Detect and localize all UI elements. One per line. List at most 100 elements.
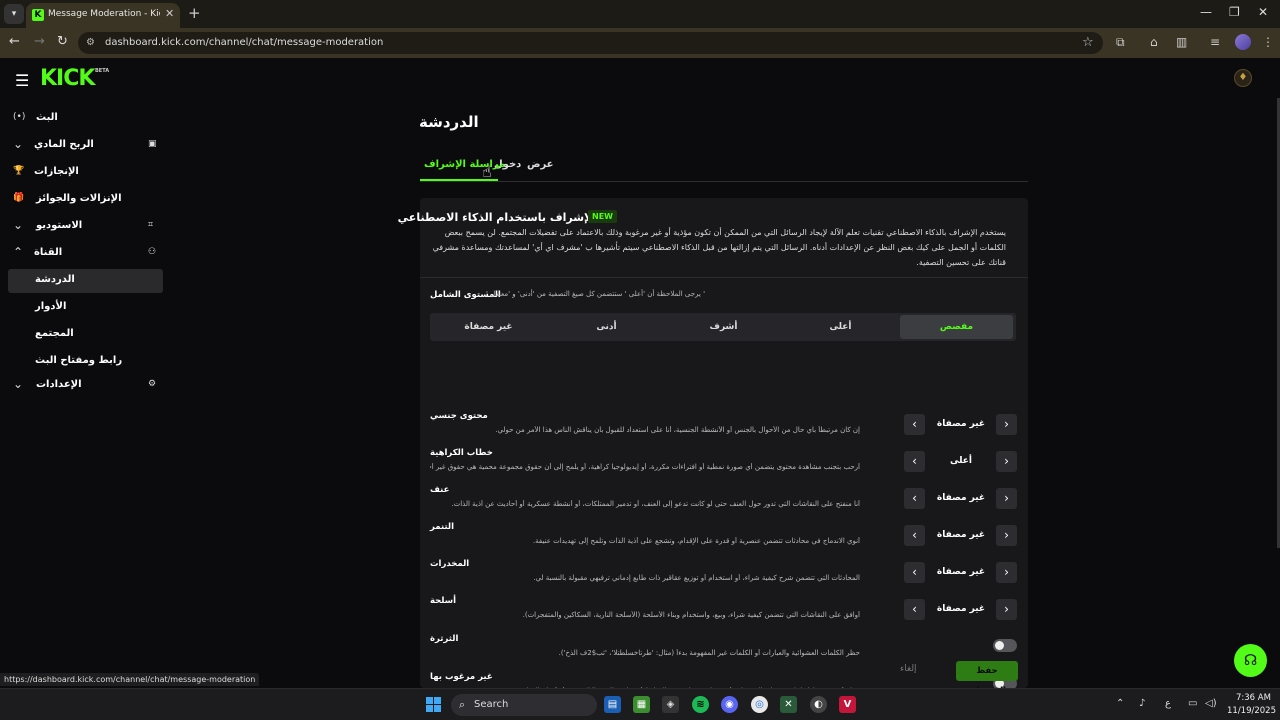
toggle-title: الثرثرة <box>430 634 459 644</box>
sidebar-item-channel[interactable]: ⌃ القناة ⚇ <box>8 242 163 266</box>
terminal-icon[interactable]: ✕ <box>780 696 797 713</box>
sidebar-item-label: الإعدادات <box>36 379 82 390</box>
sidebar-item-stream-key[interactable]: رابط ومفتاح البث <box>8 350 163 374</box>
sidebar-item-chat[interactable]: الدردشة <box>8 269 163 293</box>
new-tab-icon[interactable]: + <box>188 4 201 22</box>
chevron-up-icon: ⌃ <box>13 245 24 259</box>
cancel-button[interactable]: إلغاء <box>900 664 917 674</box>
level-option-unfiltered[interactable]: غير مصفاة <box>430 313 547 341</box>
sidebar-item-community[interactable]: المجتمع <box>8 323 163 347</box>
mouse-cursor-icon: ☝ <box>482 162 492 181</box>
chevron-right-icon[interactable]: › <box>996 414 1017 435</box>
app-icon[interactable]: ◈ <box>662 696 679 713</box>
tray-chevron-icon[interactable]: ⌃ <box>1116 698 1124 709</box>
user-avatar[interactable]: ♦ <box>1234 69 1252 87</box>
sidebar-item-drops[interactable]: 🎁 الإنزالات والجوائز <box>8 188 163 212</box>
spotify-icon[interactable]: ≋ <box>692 696 709 713</box>
hamburger-menu-icon[interactable]: ☰ <box>15 71 29 90</box>
chevron-right-icon[interactable]: › <box>996 599 1017 620</box>
browser-tab[interactable]: K Message Moderation - Kick Dash ✕ <box>26 3 180 28</box>
minimize-icon[interactable]: — <box>1200 5 1212 19</box>
vivaldi-icon[interactable]: V <box>839 696 856 713</box>
toggle-switch[interactable] <box>993 639 1017 652</box>
chrome-icon[interactable]: ◎ <box>751 696 768 713</box>
close-tab-icon[interactable]: ✕ <box>165 7 174 20</box>
sidebar-item-label: القناة <box>34 247 63 258</box>
save-changes-button[interactable]: حفظ التغييرات <box>956 661 1018 696</box>
sidebar-item-studio[interactable]: ⌄ الاستوديو ⌗ <box>8 215 163 239</box>
category-description: أنوي الاندماج في محادثات تتضمن عنصرية أو… <box>532 537 860 545</box>
discord-icon[interactable]: ◉ <box>721 696 738 713</box>
category-title: أسلحة <box>430 596 457 606</box>
level-option-custom[interactable]: مفصص <box>900 315 1013 339</box>
chevron-right-icon[interactable]: › <box>996 562 1017 583</box>
address-bar[interactable]: ⚙ dashboard.kick.com/channel/chat/messag… <box>78 32 1103 54</box>
volume-icon[interactable]: ◁) <box>1205 698 1217 709</box>
kick-dashboard: ☰ KICK BETA ♦ (•) البث ⌄ الربح المادي ▣ … <box>0 58 1280 696</box>
chevron-right-icon[interactable]: › <box>996 451 1017 472</box>
back-icon[interactable]: ← <box>9 34 20 49</box>
search-label: Search <box>474 699 509 710</box>
browser-tab-bar: ▾ K Message Moderation - Kick Dash ✕ + —… <box>0 0 1280 28</box>
category-description: أوافق على النقاشات التي تتضمن كيفية شراء… <box>522 611 860 619</box>
sidebar-item-roles[interactable]: الأدوار <box>8 296 163 320</box>
category-title: خطاب الكراهية <box>430 448 493 458</box>
kick-logo[interactable]: KICK <box>40 66 95 91</box>
category-level-value: غير مصفاة <box>936 493 986 503</box>
category-level-value: أعلى <box>949 456 972 466</box>
language-indicator[interactable]: ع <box>1165 698 1171 709</box>
url-text[interactable]: dashboard.kick.com/channel/chat/message-… <box>105 37 383 48</box>
restore-icon[interactable]: ❐ <box>1229 5 1240 19</box>
level-option-low[interactable]: أدنى <box>548 313 665 341</box>
sidebar-item-label: الاستوديو <box>36 220 83 231</box>
help-chat-icon[interactable]: ☊ <box>1234 644 1267 677</box>
extensions-icon[interactable]: ⧉ <box>1116 35 1125 50</box>
microphone-icon[interactable]: ♪ <box>1139 698 1145 709</box>
bookmark-star-icon[interactable]: ☆ <box>1082 35 1094 50</box>
network-icon[interactable]: ▭ <box>1188 698 1197 709</box>
new-badge: NEW <box>588 210 617 223</box>
minecraft-icon[interactable]: ▦ <box>633 696 650 713</box>
close-window-icon[interactable]: ✕ <box>1258 5 1268 19</box>
address-toolbar: ← → ↻ ⚙ dashboard.kick.com/channel/chat/… <box>0 28 1280 58</box>
chevron-right-icon[interactable]: › <box>996 488 1017 509</box>
reload-icon[interactable]: ↻ <box>57 34 68 49</box>
divider <box>420 277 1028 278</box>
profile-avatar[interactable] <box>1235 34 1251 50</box>
tab-search-icon[interactable]: ▾ <box>4 4 24 24</box>
tab-view[interactable]: عرض <box>527 159 554 170</box>
file-explorer-icon[interactable]: ▤ <box>604 696 621 713</box>
level-option-high[interactable]: أعلى <box>782 313 899 341</box>
github-icon[interactable]: ◐ <box>810 696 827 713</box>
chevron-left-icon[interactable]: ‹ <box>904 451 925 472</box>
broadcast-icon: (•) <box>13 112 26 122</box>
sidebar-item-monetization[interactable]: ⌄ الربح المادي ▣ <box>8 134 163 158</box>
chevron-left-icon[interactable]: ‹ <box>904 599 925 620</box>
ai-moderation-title: الإشراف باستخدام الذكاء الاصطناعي <box>397 211 596 224</box>
clock-date[interactable]: 11/19/2025 <box>1227 706 1276 716</box>
windows-taskbar: ⌕ Search ▤ ▦ ◈ ≋ ◉ ◎ ✕ ◐ V ⌃ ♪ ع ▭ ◁) 7:… <box>0 688 1280 720</box>
chevron-left-icon[interactable]: ‹ <box>904 414 925 435</box>
site-info-icon[interactable]: ⚙ <box>86 37 95 48</box>
chevron-right-icon[interactable]: › <box>996 525 1017 546</box>
media-icon[interactable]: ≡ <box>1210 35 1220 49</box>
incognito-icon[interactable]: ⌂ <box>1150 35 1158 49</box>
sidebar-item-stream[interactable]: (•) البث <box>8 107 163 131</box>
windows-start-icon[interactable] <box>426 697 441 712</box>
sidebar-item-achievements[interactable]: 🏆 الإنجازات <box>8 161 163 185</box>
clock-time[interactable]: 7:36 AM <box>1236 693 1271 703</box>
overall-level-selector: مفصص أعلى أشرف أدنى غير مصفاة <box>430 313 1016 341</box>
menu-dots-icon[interactable]: ⋮ <box>1262 35 1274 49</box>
toggle-knob <box>995 641 1004 650</box>
sidebar-item-settings[interactable]: ⌄ الإعدادات ⚙ <box>8 374 163 398</box>
taskbar-search[interactable]: ⌕ Search <box>451 694 597 716</box>
sidepanel-icon[interactable]: ▥ <box>1176 35 1187 49</box>
level-option-moderate[interactable]: أشرف <box>665 313 782 341</box>
tab-moderation[interactable]: مراسلة الإشراف <box>424 159 505 170</box>
sidebar-item-label: الأدوار <box>35 301 67 312</box>
chevron-left-icon[interactable]: ‹ <box>904 525 925 546</box>
studio-icon: ⌗ <box>148 220 154 230</box>
chevron-left-icon[interactable]: ‹ <box>904 488 925 509</box>
forward-icon[interactable]: → <box>34 34 45 49</box>
chevron-left-icon[interactable]: ‹ <box>904 562 925 583</box>
